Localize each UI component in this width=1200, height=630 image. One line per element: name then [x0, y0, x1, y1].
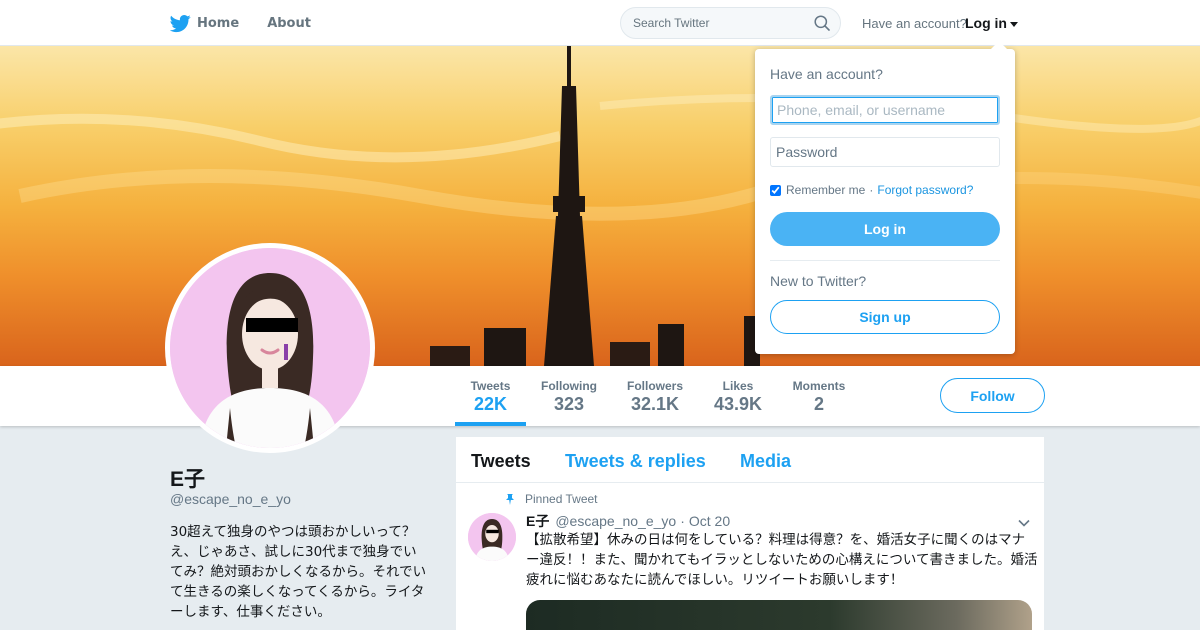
timeline-tabs: Tweets Tweets & replies Media: [456, 437, 1044, 483]
caret-down-icon: [1010, 21, 1018, 27]
avatar-illustration: [170, 248, 370, 448]
dropdown-caret-icon: [991, 41, 1007, 49]
profile-bio: 30超えて独身のやつは頭おかしいって？え、じゃあさ、試しに30代まで独身でいてみ…: [170, 524, 427, 620]
stat-label: Following: [541, 379, 597, 393]
stat-label: Moments: [792, 379, 846, 393]
tab-tweets-replies[interactable]: Tweets & replies: [565, 451, 706, 472]
login-button[interactable]: Log in: [770, 212, 1000, 246]
login-dropdown: Have an account? Remember me · Forgot pa…: [755, 41, 1015, 354]
search-icon[interactable]: [814, 15, 830, 31]
stat-following[interactable]: Following 323: [536, 366, 602, 426]
chevron-down-icon[interactable]: [1018, 517, 1030, 529]
stat-moments[interactable]: Moments 2: [787, 366, 851, 426]
login-dropdown-toggle[interactable]: Log in: [965, 15, 1018, 31]
profile-name[interactable]: E子: [170, 463, 205, 493]
dropdown-divider: [770, 260, 1000, 261]
pinned-indicator: Pinned Tweet: [504, 492, 598, 506]
tweet-text: 【拡散希望】休みの日は何をしている？料理は得意？を、婚活女子に聞くのはマナー違反…: [526, 532, 1038, 588]
profile-handle[interactable]: @escape_no_e_yo: [170, 491, 291, 507]
stat-value: 22K: [473, 394, 508, 414]
forgot-password-link[interactable]: Forgot password?: [877, 183, 973, 197]
search-input[interactable]: [621, 8, 811, 38]
stat-followers[interactable]: Followers 32.1K: [622, 366, 688, 426]
tweet-date[interactable]: Oct 20: [689, 513, 730, 529]
profile-avatar[interactable]: [165, 243, 375, 453]
remember-me-label[interactable]: Remember me: [786, 183, 865, 197]
follow-button[interactable]: Follow: [940, 378, 1045, 413]
stat-label: Likes: [722, 379, 754, 393]
tweet-avatar[interactable]: [468, 513, 516, 561]
stat-value: 32.1K: [630, 394, 680, 414]
have-account-text: Have an account?: [862, 16, 967, 31]
timeline: Tweets Tweets & replies Media Pinned Twe…: [456, 437, 1044, 630]
nav-home-link[interactable]: Home: [170, 13, 239, 34]
tab-tweets[interactable]: Tweets: [471, 451, 531, 472]
remember-row: Remember me · Forgot password?: [770, 183, 973, 197]
stat-value: 323: [553, 394, 585, 414]
stat-label: Tweets: [470, 379, 511, 393]
twitter-bird-icon: [170, 14, 191, 32]
remember-separator: ·: [869, 183, 874, 197]
stat-likes[interactable]: Likes 43.9K: [709, 366, 767, 426]
tweet-author-name[interactable]: E子: [526, 511, 549, 531]
login-heading: Have an account?: [770, 66, 883, 82]
remember-me-checkbox[interactable]: [770, 184, 781, 196]
top-navigation: Home About Have an account? Log in: [0, 0, 1200, 46]
pinned-label: Pinned Tweet: [525, 492, 598, 506]
stat-value: 43.9K: [713, 394, 763, 414]
login-toggle-label: Log in: [965, 15, 1007, 31]
tweet-separator: ·: [680, 513, 685, 529]
signup-button[interactable]: Sign up: [770, 300, 1000, 334]
tweet-avatar-illustration: [468, 513, 516, 561]
tweet-header: E子 @escape_no_e_yo · Oct 20: [526, 511, 730, 531]
nav-left: Home About: [170, 0, 311, 46]
stat-tweets[interactable]: Tweets 22K: [455, 366, 526, 426]
nav-home-label: Home: [197, 15, 240, 31]
tweet-media[interactable]: [526, 600, 1032, 630]
username-field[interactable]: [770, 95, 1000, 125]
new-to-twitter-text: New to Twitter?: [770, 273, 867, 289]
tab-media[interactable]: Media: [740, 451, 791, 472]
pin-icon: [506, 494, 514, 505]
tweet-author-handle[interactable]: @escape_no_e_yo: [555, 513, 676, 529]
stat-value: 2: [813, 394, 824, 414]
nav-about-link[interactable]: About: [267, 16, 311, 31]
search-box: [620, 7, 841, 39]
stat-label: Followers: [626, 379, 683, 393]
password-field[interactable]: [770, 137, 1000, 167]
